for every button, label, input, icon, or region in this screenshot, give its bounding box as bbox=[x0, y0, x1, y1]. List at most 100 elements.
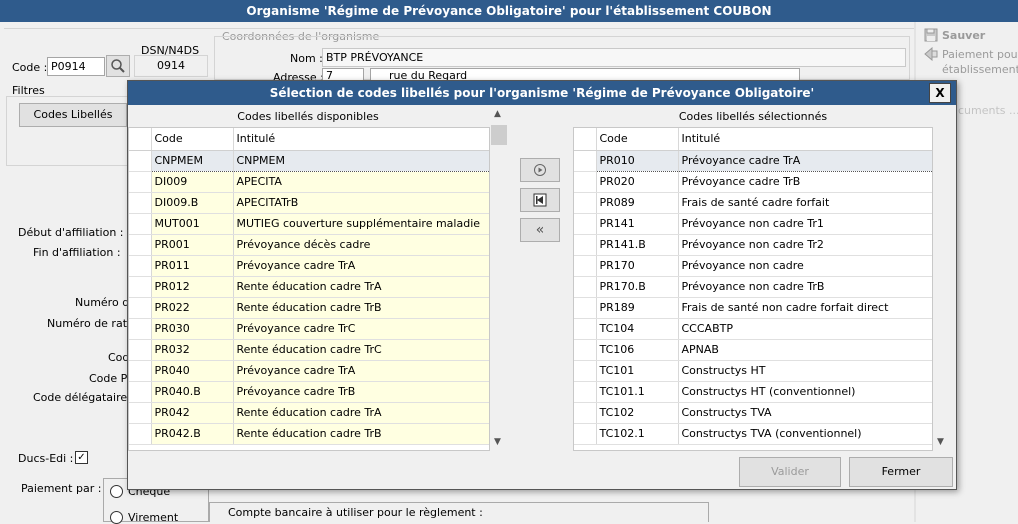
table-row[interactable]: MUT001 MUTIEG couverture supplémentaire m… bbox=[129, 213, 489, 235]
row-code: PR010 bbox=[596, 149, 679, 172]
row-code: PR141 bbox=[596, 213, 679, 235]
paiement-etablissement-line2: établissement bbox=[942, 63, 1018, 76]
selected-scrollbar[interactable]: ▼ bbox=[933, 127, 951, 451]
remove-all-button[interactable]: « bbox=[520, 218, 560, 242]
row-code: TC106 bbox=[596, 339, 679, 361]
table-row[interactable]: DI009 APECITA bbox=[129, 171, 489, 193]
table-row[interactable]: PR141 Prévoyance non cadre Tr1 bbox=[574, 213, 932, 235]
table-row[interactable]: PR022 Rente éducation cadre TrB bbox=[129, 297, 489, 319]
row-code: TC101.1 bbox=[596, 381, 679, 403]
table-row[interactable]: PR141.B Prévoyance non cadre Tr2 bbox=[574, 234, 932, 256]
scroll-down-icon[interactable]: ▼ bbox=[937, 437, 944, 447]
header-selector bbox=[574, 128, 597, 151]
codes-libelles-button[interactable]: Codes Libellés bbox=[19, 103, 127, 127]
table-row[interactable]: PR089 Frais de santé cadre forfait bbox=[574, 192, 932, 214]
ducs-edi-label: Ducs-Edi : bbox=[18, 452, 74, 465]
adresse-rue-input[interactable]: rue du Regard bbox=[370, 68, 800, 82]
table-row[interactable]: PR040.B Prévoyance cadre TrB bbox=[129, 381, 489, 403]
table-row[interactable]: PR040 Prévoyance cadre TrA bbox=[129, 360, 489, 382]
ducs-edi-checkbox[interactable]: ✓ bbox=[75, 451, 88, 464]
table-row[interactable]: TC104 CCCABTP bbox=[574, 318, 932, 340]
compte-label: Compte bancaire à utiliser pour le règle… bbox=[228, 506, 483, 519]
row-code: PR189 bbox=[596, 297, 679, 319]
row-code: PR170 bbox=[596, 255, 679, 277]
table-row[interactable]: TC101 Constructys HT bbox=[574, 360, 932, 382]
row-intitule: Frais de santé non cadre forfait direct bbox=[678, 297, 932, 319]
header-code[interactable]: Code bbox=[151, 128, 234, 151]
table-row[interactable]: PR170 Prévoyance non cadre bbox=[574, 255, 932, 277]
header-intitule[interactable]: Intitulé bbox=[233, 128, 489, 151]
table-row[interactable]: PR020 Prévoyance cadre TrB bbox=[574, 171, 932, 193]
row-intitule: Rente éducation cadre TrC bbox=[233, 339, 489, 361]
table-row[interactable]: PR170.B Prévoyance non cadre TrB bbox=[574, 276, 932, 298]
table-row[interactable]: PR001 Prévoyance décès cadre bbox=[129, 234, 489, 256]
nom-input[interactable]: BTP PRÉVOYANCE bbox=[322, 48, 906, 67]
virement-radio[interactable] bbox=[110, 511, 123, 524]
numero-rattachement-label: Numéro de ratta bbox=[47, 317, 139, 330]
table-row[interactable]: TC102 Constructys TVA bbox=[574, 402, 932, 424]
close-button[interactable]: X bbox=[929, 83, 951, 103]
header-code[interactable]: Code bbox=[596, 128, 679, 151]
row-code: PR170.B bbox=[596, 276, 679, 298]
scroll-down-icon[interactable]: ▼ bbox=[494, 437, 501, 447]
fermer-button[interactable]: Fermer bbox=[849, 457, 953, 487]
documents-button[interactable]: cuments ... bbox=[958, 104, 1018, 117]
table-row[interactable]: PR032 Rente éducation cadre TrC bbox=[129, 339, 489, 361]
table-row[interactable]: PR011 Prévoyance cadre TrA bbox=[129, 255, 489, 277]
row-code: PR032 bbox=[151, 339, 234, 361]
row-intitule: Prévoyance cadre TrC bbox=[233, 318, 489, 340]
row-code: TC102.1 bbox=[596, 423, 679, 445]
search-icon bbox=[111, 59, 125, 73]
search-button[interactable] bbox=[106, 55, 130, 77]
row-code: PR042 bbox=[151, 402, 234, 424]
table-row[interactable]: CNPMEM CNPMEM bbox=[129, 149, 489, 172]
paiement-icon bbox=[924, 46, 938, 64]
table-row[interactable]: PR010 Prévoyance cadre TrA bbox=[574, 149, 932, 172]
table-row[interactable]: PR042 Rente éducation cadre TrA bbox=[129, 402, 489, 424]
sauver-button[interactable]: Sauver bbox=[942, 29, 985, 42]
header-intitule[interactable]: Intitulé bbox=[678, 128, 932, 151]
row-intitule: Rente éducation cadre TrB bbox=[233, 297, 489, 319]
row-intitule: Prévoyance cadre TrA bbox=[233, 360, 489, 382]
table-row[interactable]: DI009.B APECITATrB bbox=[129, 192, 489, 214]
row-code: CNPMEM bbox=[151, 149, 234, 172]
top-divider bbox=[4, 28, 914, 29]
code-input[interactable]: P0914 bbox=[47, 57, 105, 76]
table-row[interactable]: TC101.1 Constructys HT (conventionnel) bbox=[574, 381, 932, 403]
row-code: PR042.B bbox=[151, 423, 234, 445]
table-row[interactable]: PR189 Frais de santé non cadre forfait di… bbox=[574, 297, 932, 319]
row-code: DI009.B bbox=[151, 192, 234, 214]
fin-affiliation-label: Fin d'affiliation : bbox=[33, 246, 121, 259]
valider-button[interactable]: Valider bbox=[739, 457, 841, 487]
row-intitule: Constructys HT bbox=[678, 360, 932, 382]
row-intitule: Rente éducation cadre TrB bbox=[233, 423, 489, 445]
row-code: PR020 bbox=[596, 171, 679, 193]
available-grid[interactable]: Code Intitulé CNPMEM CNPMEM DI009 APECITA … bbox=[128, 127, 490, 451]
debut-affiliation-label: Début d'affiliation : bbox=[18, 226, 124, 239]
dsn-value: 0914 bbox=[134, 55, 208, 77]
paiement-etablissement-line1[interactable]: Paiement pour bbox=[942, 48, 1018, 61]
cheque-radio[interactable] bbox=[110, 485, 123, 498]
adresse-num-input[interactable]: 7 bbox=[322, 68, 364, 82]
scroll-thumb[interactable] bbox=[491, 125, 507, 145]
available-caption: Codes libellés disponibles bbox=[237, 110, 379, 123]
row-intitule: Prévoyance cadre TrB bbox=[678, 171, 932, 193]
selected-grid[interactable]: Code Intitulé PR010 Prévoyance cadre TrA … bbox=[573, 127, 933, 451]
table-row[interactable]: PR042.B Rente éducation cadre TrB bbox=[129, 423, 489, 445]
table-row[interactable]: TC102.1 Constructys TVA (conventionnel) bbox=[574, 423, 932, 445]
add-one-button[interactable] bbox=[520, 158, 560, 182]
remove-one-button[interactable] bbox=[520, 188, 560, 212]
row-code: DI009 bbox=[151, 171, 234, 193]
row-code: TC104 bbox=[596, 318, 679, 340]
row-intitule: Prévoyance non cadre Tr1 bbox=[678, 213, 932, 235]
table-row[interactable]: PR030 Prévoyance cadre TrC bbox=[129, 318, 489, 340]
scroll-up-icon[interactable]: ▲ bbox=[494, 109, 501, 119]
row-intitule: Prévoyance décès cadre bbox=[233, 234, 489, 256]
available-scrollbar[interactable]: ▲ ▼ bbox=[490, 107, 508, 451]
row-intitule: APECITATrB bbox=[233, 192, 489, 214]
table-row[interactable]: PR012 Rente éducation cadre TrA bbox=[129, 276, 489, 298]
row-code: PR011 bbox=[151, 255, 234, 277]
table-row[interactable]: TC106 APNAB bbox=[574, 339, 932, 361]
row-intitule: MUTIEG couverture supplémentaire maladie bbox=[233, 213, 489, 235]
save-icon bbox=[924, 28, 938, 45]
